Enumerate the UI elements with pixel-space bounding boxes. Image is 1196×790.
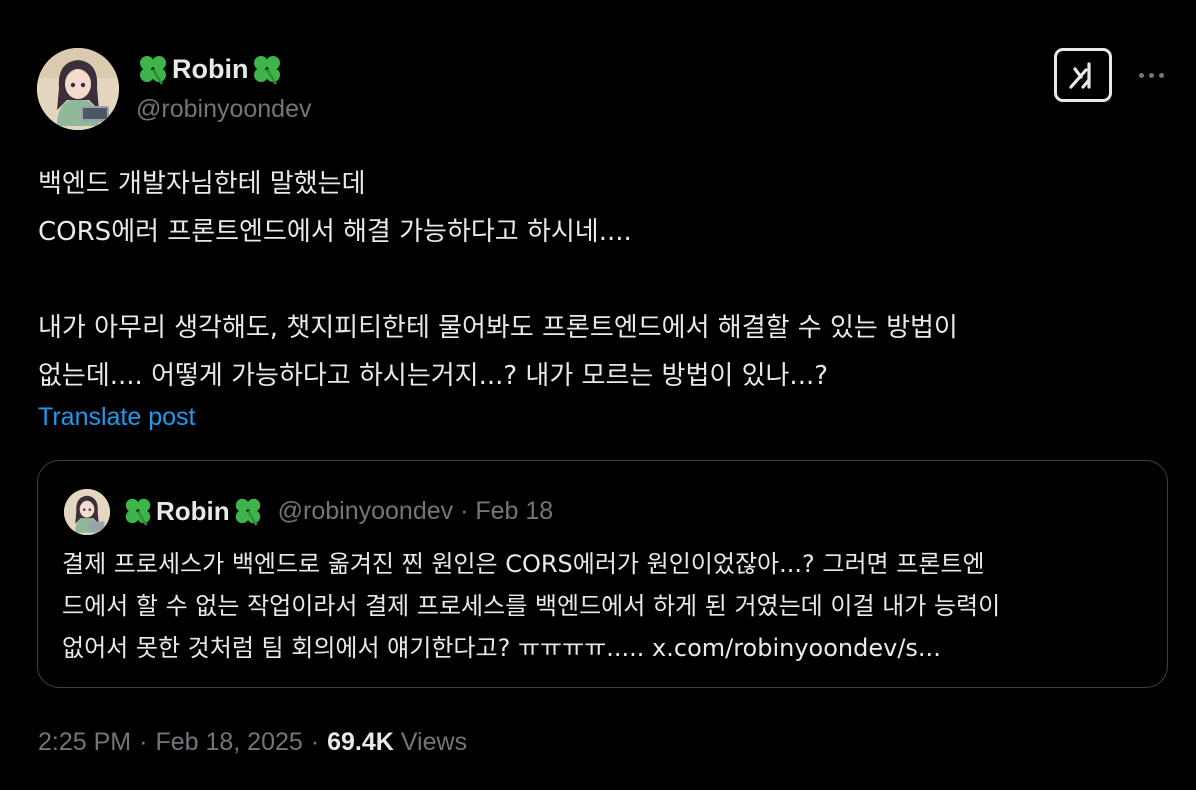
post-text-line: 없는데.... 어떻게 가능하다고 하시는거지...? 내가 모르는 방법이 있… bbox=[38, 361, 829, 391]
separator: · bbox=[310, 727, 320, 756]
author-display-name: Robin bbox=[172, 53, 249, 84]
post-text-line: 내가 아무리 생각해도, 챗지피티한테 물어봐도 프론트엔드에서 해결할 수 있… bbox=[38, 313, 958, 343]
avatar-image bbox=[37, 48, 119, 130]
four-leaf-clover-icon bbox=[250, 52, 284, 86]
quoted-post-text-line: 결제 프로세스가 백엔드로 옮겨진 찐 원인은 CORS에러가 원인이었잖아..… bbox=[62, 550, 985, 578]
grok-icon bbox=[1069, 62, 1091, 89]
post-time[interactable]: 2:25 PM bbox=[38, 728, 131, 757]
author-avatar[interactable] bbox=[37, 48, 119, 130]
four-leaf-clover-icon bbox=[122, 495, 154, 527]
avatar-image bbox=[64, 489, 110, 535]
post-text: 백엔드 개발자님한테 말했는데 CORS에러 프론트엔드에서 해결 가능하다고 … bbox=[38, 160, 1168, 400]
views-count[interactable]: 69.4K bbox=[327, 728, 394, 757]
author-name[interactable]: Robin bbox=[136, 52, 284, 86]
views-label: Views bbox=[400, 727, 468, 756]
more-options-button[interactable] bbox=[1134, 60, 1168, 90]
post-text-blank-line bbox=[38, 256, 1168, 304]
quoted-post-text: 결제 프로세스가 백엔드로 옮겨진 찐 원인은 CORS에러가 원인이었잖아..… bbox=[62, 543, 1152, 669]
post-text-line: CORS에러 프론트엔드에서 해결 가능하다고 하시네.... bbox=[38, 217, 632, 247]
four-leaf-clover-icon bbox=[232, 495, 264, 527]
author-handle[interactable]: @robinyoondev bbox=[136, 95, 312, 124]
post-date[interactable]: Feb 18, 2025 bbox=[155, 728, 302, 757]
more-dots-icon bbox=[1138, 72, 1144, 78]
four-leaf-clover-icon bbox=[136, 52, 170, 86]
quoted-author-name[interactable]: Robin bbox=[122, 495, 264, 527]
grok-button[interactable] bbox=[1054, 48, 1112, 102]
post-footer: 2:25 PM · Feb 18, 2025 · 69.4K Views bbox=[38, 724, 467, 760]
more-dots-icon bbox=[1148, 72, 1154, 78]
quoted-post-card[interactable]: Robin @robinyoondev · Feb 18 결제 프로세스가 백엔… bbox=[37, 460, 1168, 688]
tweet-card: Robin @robinyoondev 백엔드 개발자님한테 말했는데 CORS… bbox=[0, 0, 1196, 790]
quoted-post-text-line: 드에서 할 수 없는 작업이라서 결제 프로세스를 백엔드에서 하게 된 거였는… bbox=[62, 592, 1001, 620]
quoted-post-text-line: 없어서 못한 것처럼 팀 회의에서 얘기한다고? ㅠㅠㅠㅠ..... x.com… bbox=[62, 634, 941, 662]
quoted-post-header: Robin @robinyoondev · Feb 18 bbox=[122, 493, 553, 529]
quoted-post-meta: @robinyoondev · Feb 18 bbox=[277, 496, 554, 525]
translate-post-link[interactable]: Translate post bbox=[38, 403, 195, 432]
post-text-line: 백엔드 개발자님한테 말했는데 bbox=[38, 169, 366, 199]
more-dots-icon bbox=[1158, 72, 1164, 78]
quoted-author-display-name: Robin bbox=[156, 495, 230, 526]
separator: · bbox=[139, 727, 148, 756]
quoted-author-avatar[interactable] bbox=[64, 489, 110, 535]
